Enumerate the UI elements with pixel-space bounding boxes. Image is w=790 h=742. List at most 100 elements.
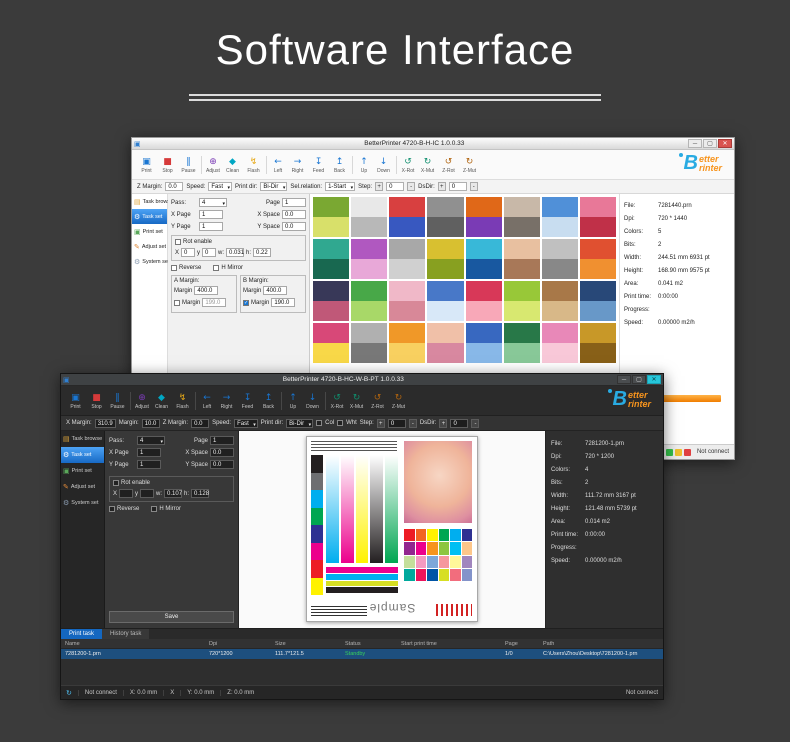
status-icon[interactable] — [675, 449, 682, 456]
toolbar-button[interactable]: ↺ X-Rot — [325, 392, 346, 410]
preview-thumbnail[interactable] — [466, 323, 502, 363]
preview-thumbnail[interactable] — [389, 281, 425, 321]
h-input[interactable]: 0.22 — [253, 248, 271, 257]
dsdir-plus-button[interactable]: + — [438, 182, 446, 191]
preview-thumbnail[interactable] — [466, 239, 502, 279]
tab-print-task[interactable]: Print task — [61, 629, 102, 639]
h-input[interactable]: 0.128 — [191, 489, 209, 498]
x-margin-input[interactable]: 310.9 — [95, 419, 116, 428]
preview-thumbnail[interactable] — [351, 281, 387, 321]
sidebar-item-task-set[interactable]: ⚙ Task set — [132, 209, 167, 224]
preview-thumbnail[interactable] — [313, 239, 349, 279]
preview-thumbnail[interactable] — [504, 281, 540, 321]
preview-thumbnail[interactable] — [427, 239, 463, 279]
toolbar-button[interactable]: ↻ X-Mut — [417, 156, 438, 174]
y-page-input[interactable]: 1 — [199, 222, 223, 231]
preview-thumbnail[interactable] — [427, 323, 463, 363]
toolbar-button[interactable]: ■ Stop — [86, 392, 107, 410]
preview-thumbnail[interactable] — [580, 197, 616, 237]
rot-enable-checkbox[interactable] — [175, 239, 181, 245]
toolbar-button[interactable]: ▣ Print — [136, 156, 157, 174]
page-input[interactable]: 1 — [210, 436, 234, 445]
toolbar-button[interactable]: ↑ Up — [281, 392, 302, 410]
task-table-row[interactable]: 7281200-1.prn 720*1200 111.7*121.5 Stand… — [61, 649, 663, 659]
tab-history-task[interactable]: History task — [102, 629, 149, 639]
maximize-button[interactable]: ▢ — [632, 375, 646, 384]
preview-thumbnail[interactable] — [466, 281, 502, 321]
dsdir-plus-button[interactable]: + — [439, 419, 447, 428]
sidebar-item-adjust-set[interactable]: ✎ Adjust set — [61, 479, 104, 495]
b-margin1-input[interactable]: 400.0 — [263, 286, 287, 295]
x-page-input[interactable]: 1 — [137, 448, 161, 457]
toolbar-button[interactable]: ↥ Back — [258, 392, 279, 410]
dsdir-minus-button[interactable]: - — [471, 419, 479, 428]
toolbar-button[interactable]: ▣ Print — [65, 392, 86, 410]
step-minus-button[interactable]: - — [407, 182, 415, 191]
status-icon[interactable] — [666, 449, 673, 456]
toolbar-button[interactable]: ↺ Z-Rot — [367, 392, 388, 410]
toolbar-button[interactable]: ↻ Z-Mut — [388, 392, 409, 410]
z-margin-input[interactable]: 0.0 — [165, 182, 183, 191]
toolbar-button[interactable]: ↧ Feed — [237, 392, 258, 410]
toolbar-button[interactable]: ⊕ Adjust — [201, 156, 222, 174]
y-input[interactable] — [140, 489, 154, 498]
x-page-input[interactable]: 1 — [199, 210, 223, 219]
step-input[interactable]: 0 — [388, 419, 406, 428]
w-input[interactable]: 0.031 — [226, 248, 244, 257]
column-header-status[interactable]: Status — [345, 641, 401, 647]
pass-select[interactable]: 4 — [137, 436, 165, 445]
col-checkbox[interactable] — [316, 420, 322, 426]
reverse-checkbox[interactable] — [171, 265, 177, 271]
toolbar-button[interactable]: ⊕ Adjust — [130, 392, 151, 410]
status-icon[interactable] — [684, 449, 691, 456]
column-header-dpi[interactable]: Dpi — [209, 641, 275, 647]
toolbar-button[interactable]: ◆ Clean — [222, 156, 243, 174]
toolbar-button[interactable]: ↑ Up — [352, 156, 373, 174]
preview-thumbnail[interactable] — [313, 197, 349, 237]
sidebar-item-system-set[interactable]: ⚙ System set — [132, 254, 167, 269]
toolbar-button[interactable]: ↧ Feed — [308, 156, 329, 174]
sidebar-item-print-set[interactable]: ▣ Print set — [61, 463, 104, 479]
dsdir-input[interactable]: 0 — [450, 419, 468, 428]
b-margin2-input[interactable]: 190.0 — [271, 298, 295, 307]
w-input[interactable]: 0.107 — [164, 489, 182, 498]
toolbar-button[interactable]: ↓ Down — [373, 156, 394, 174]
toolbar-button[interactable]: ↓ Down — [302, 392, 323, 410]
toolbar-button[interactable]: ← Left — [266, 156, 287, 174]
preview-thumbnail[interactable] — [580, 239, 616, 279]
preview-thumbnail[interactable] — [542, 281, 578, 321]
dsdir-input[interactable]: 0 — [449, 182, 467, 191]
b-margin2-checkbox[interactable] — [243, 300, 249, 306]
title-bar[interactable]: ▣ BetterPrinter 4720-B-H-IC 1.0.0.33 ─ ▢… — [132, 138, 734, 150]
margin-input[interactable]: 10.0 — [142, 419, 160, 428]
maximize-button[interactable]: ▢ — [703, 139, 717, 148]
step-plus-button[interactable]: + — [375, 182, 383, 191]
pass-select[interactable]: 4 — [199, 198, 227, 207]
print-preview-image[interactable]: Sample — [306, 436, 478, 622]
preview-thumbnail[interactable] — [313, 323, 349, 363]
rot-enable-checkbox[interactable] — [113, 480, 119, 486]
step-minus-button[interactable]: - — [409, 419, 417, 428]
print-dir-select[interactable]: Bi-Dir — [286, 419, 313, 428]
sidebar-item-task-browse[interactable]: ▤ Task browse — [61, 431, 104, 447]
y-input[interactable]: 0 — [202, 248, 216, 257]
dsdir-minus-button[interactable]: - — [470, 182, 478, 191]
column-header-path[interactable]: Path — [543, 641, 663, 647]
reverse-checkbox[interactable] — [109, 506, 115, 512]
toolbar-button[interactable]: ↯ Flash — [172, 392, 193, 410]
y-page-input[interactable]: 1 — [137, 460, 161, 469]
a-margin1-input[interactable]: 400.0 — [194, 286, 218, 295]
title-bar[interactable]: ▣ BetterPrinter 4720-B-HC-W-B-PT 1.0.0.3… — [61, 374, 663, 386]
h-mirror-checkbox[interactable] — [213, 265, 219, 271]
sidebar-item-task-browse[interactable]: ▤ Task browse — [132, 194, 167, 209]
preview-thumbnail[interactable] — [351, 239, 387, 279]
x-input[interactable]: 0 — [181, 248, 195, 257]
toolbar-button[interactable]: ← Left — [195, 392, 216, 410]
preview-thumbnail[interactable] — [389, 323, 425, 363]
toolbar-button[interactable]: ↺ X-Rot — [396, 156, 417, 174]
preview-thumbnail[interactable] — [542, 239, 578, 279]
toolbar-button[interactable]: ↯ Flash — [243, 156, 264, 174]
close-button[interactable]: ✕ — [718, 139, 732, 148]
preview-thumbnail[interactable] — [389, 197, 425, 237]
a-margin2-input[interactable]: 199.0 — [202, 298, 226, 307]
